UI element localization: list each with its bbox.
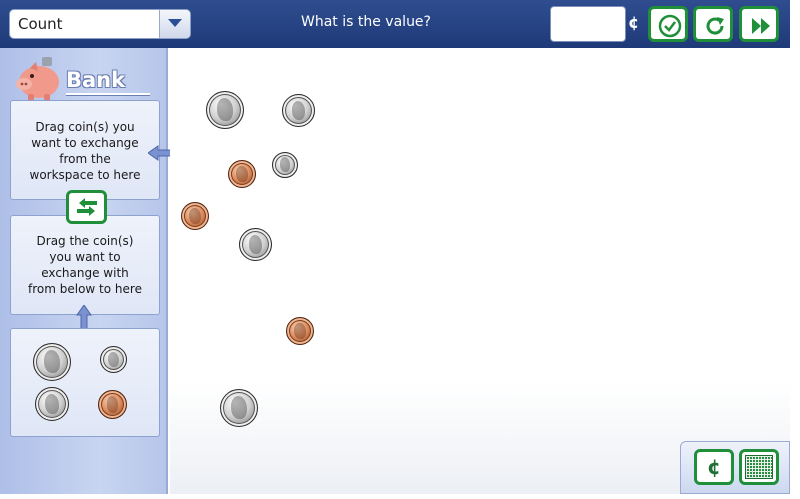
workspace-penny-coin[interactable] bbox=[228, 160, 256, 188]
panel2-line: you want to bbox=[49, 250, 121, 264]
mode-dropdown[interactable]: Count bbox=[9, 9, 191, 39]
reset-button[interactable] bbox=[693, 6, 733, 42]
bank-penny-coin[interactable] bbox=[98, 390, 127, 419]
panel1-line: want to exchange bbox=[31, 136, 139, 150]
check-circle-icon bbox=[658, 14, 682, 38]
workspace-nickel-coin[interactable] bbox=[239, 228, 272, 261]
workspace-quarter-coin[interactable] bbox=[206, 91, 244, 129]
panel2-line: Drag the coin(s) bbox=[36, 234, 134, 248]
cent-value-button[interactable]: ¢ bbox=[694, 449, 734, 485]
fast-forward-icon bbox=[752, 18, 770, 34]
workspace-nickel-coin[interactable] bbox=[282, 94, 315, 127]
panel2-line: exchange with bbox=[41, 266, 129, 280]
panel2-line: from below to here bbox=[28, 282, 142, 296]
workspace-penny-coin[interactable] bbox=[181, 202, 209, 230]
bottom-tools-panel: ¢ bbox=[680, 441, 790, 494]
workspace-penny-coin[interactable] bbox=[286, 317, 314, 345]
exchange-with-dropzone[interactable]: Drag the coin(s) you want to exchange wi… bbox=[10, 215, 160, 315]
workspace-dime-coin[interactable] bbox=[272, 152, 298, 178]
panel1-line: workspace to here bbox=[29, 168, 141, 182]
bank-nickel-coin[interactable] bbox=[35, 387, 69, 421]
hundred-grid-button[interactable] bbox=[739, 449, 779, 485]
exchange-from-workspace-dropzone[interactable]: Drag coin(s) you want to exchange from t… bbox=[10, 100, 160, 200]
next-button[interactable] bbox=[739, 6, 779, 42]
question-text: What is the value? bbox=[301, 14, 431, 30]
exchange-button[interactable] bbox=[66, 190, 107, 224]
chevron-down-icon[interactable] bbox=[159, 10, 190, 38]
check-answer-button[interactable] bbox=[648, 6, 688, 42]
top-toolbar: Count What is the value? ¢ bbox=[0, 0, 790, 48]
workspace-quarter-coin[interactable] bbox=[220, 389, 258, 427]
cents-symbol: ¢ bbox=[628, 13, 640, 32]
answer-input[interactable] bbox=[550, 6, 626, 42]
bank-coin-tray bbox=[10, 328, 160, 437]
panel1-line: Drag coin(s) you bbox=[35, 120, 135, 134]
workspace[interactable] bbox=[170, 48, 790, 494]
bank-dime-coin[interactable] bbox=[100, 346, 127, 373]
hundred-grid-icon bbox=[745, 455, 773, 479]
mode-dropdown-value: Count bbox=[18, 15, 63, 33]
refresh-icon bbox=[706, 17, 724, 35]
panel1-line: from the bbox=[59, 152, 111, 166]
bank-title-underline bbox=[66, 93, 150, 96]
bank-quarter-coin[interactable] bbox=[33, 343, 71, 381]
piggy-bank-icon bbox=[16, 57, 59, 101]
exchange-arrows-icon bbox=[77, 198, 97, 216]
bank-title: Bank bbox=[66, 68, 126, 92]
